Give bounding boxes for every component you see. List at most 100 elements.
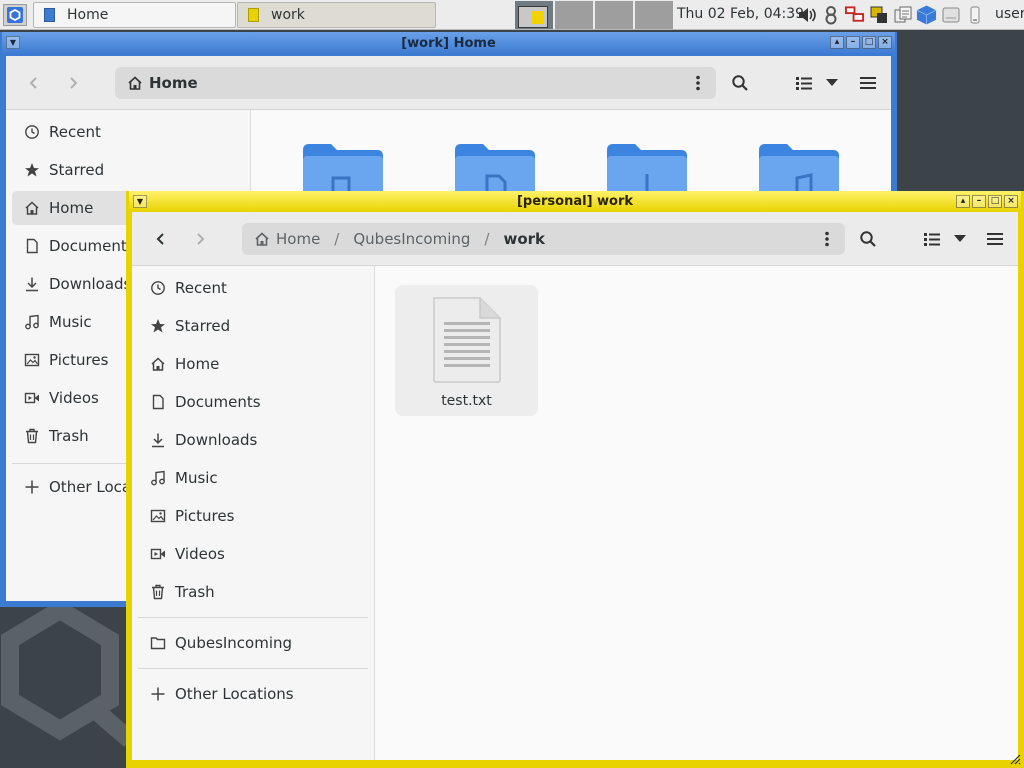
sidebar-item-recent[interactable]: Recent (138, 271, 368, 305)
window-titlebar[interactable]: ▼ [work] Home ▴ – □ × (2, 32, 895, 54)
maximize-button[interactable]: □ (862, 36, 876, 49)
chevron-left-icon (156, 233, 164, 245)
sidebar-item-documents[interactable]: Documents (138, 385, 368, 419)
shade-button[interactable]: ▴ (956, 195, 970, 208)
shade-button[interactable]: ▴ (830, 36, 844, 49)
file-manager-work: Home / QubesIncoming / work Recent Starr… (132, 212, 1018, 760)
sidebar-item-qubesincoming[interactable]: QubesIncoming (138, 626, 368, 660)
folder-icon (150, 635, 166, 651)
qube-manager-icon[interactable] (820, 4, 841, 26)
picture-icon (24, 352, 40, 368)
window-title: [work] Home (401, 35, 496, 51)
top-panel: Home work Thu 02 Feb, 04:39 user (0, 0, 1024, 30)
window-titlebar[interactable]: ▼ [personal] work ▴ – □ × (129, 191, 1021, 212)
file-view: test.txt (375, 266, 1018, 760)
path-menu-button[interactable] (690, 75, 706, 91)
qubes-desktop-logo (0, 600, 136, 747)
workspace-1[interactable] (515, 1, 553, 29)
star-icon (150, 318, 166, 334)
download-icon (24, 276, 40, 292)
sidebar-item-label: Starred (175, 317, 231, 335)
back-button[interactable] (22, 71, 46, 95)
minimize-button[interactable]: – (972, 195, 986, 208)
text-file-icon (433, 297, 501, 383)
workspace-4[interactable] (635, 1, 673, 29)
view-list-button[interactable] (919, 227, 945, 251)
main-menu-button[interactable] (982, 227, 1008, 251)
taskbar-work-label: work (271, 7, 305, 23)
workspace-pager (515, 1, 673, 29)
network-icon[interactable] (844, 4, 865, 26)
clock[interactable]: Thu 02 Feb, 04:39 (677, 6, 804, 22)
path-bar: Home / QubesIncoming / work (242, 223, 845, 255)
search-button[interactable] (855, 227, 881, 251)
list-view-icon (796, 77, 812, 90)
sidebar-item-label: Pictures (175, 507, 235, 525)
updates-icon[interactable] (964, 4, 985, 26)
plus-icon (24, 479, 40, 495)
path-menu-button[interactable] (819, 231, 835, 247)
sidebar-item-label: Videos (49, 389, 99, 407)
maximize-button[interactable]: □ (988, 195, 1002, 208)
window-menu-icon[interactable]: ▼ (133, 195, 147, 208)
forward-button[interactable] (188, 227, 212, 251)
view-options-button[interactable] (819, 71, 845, 95)
home-icon (255, 232, 269, 246)
breadcrumb-label: Home (149, 74, 198, 92)
sidebar-item-music[interactable]: Music (138, 461, 368, 495)
header-bar: Home (6, 56, 891, 110)
sidebar-item-label: Pictures (49, 351, 109, 369)
sidebar-separator (138, 668, 368, 669)
volume-icon[interactable] (796, 4, 817, 26)
sidebar-item-starred[interactable]: Starred (138, 309, 368, 343)
back-button[interactable] (149, 227, 173, 251)
window-menu-icon[interactable]: ▼ (6, 36, 20, 49)
music-icon (24, 314, 40, 330)
view-list-button[interactable] (791, 71, 817, 95)
file-item[interactable]: test.txt (395, 285, 538, 416)
breadcrumb-label: work (503, 230, 546, 248)
clipboard-icon[interactable] (892, 4, 913, 26)
qubes-domains-icon[interactable] (916, 4, 937, 26)
workspace-3[interactable] (595, 1, 633, 29)
sidebar-item-recent[interactable]: Recent (12, 115, 244, 149)
trash-icon (150, 584, 166, 600)
sidebar-item-label: Home (175, 355, 220, 373)
sidebar-item-starred[interactable]: Starred (12, 153, 244, 187)
sidebar-item-downloads[interactable]: Downloads (138, 423, 368, 457)
workspace-2[interactable] (555, 1, 593, 29)
main-menu-button[interactable] (855, 71, 881, 95)
close-button[interactable]: × (878, 36, 892, 49)
search-button[interactable] (727, 71, 753, 95)
star-icon (24, 162, 40, 178)
breadcrumb-label: Home (276, 230, 321, 248)
trash-icon (24, 428, 40, 444)
qubes-logo-icon (7, 7, 23, 23)
video-icon (24, 390, 40, 406)
forward-button[interactable] (61, 71, 85, 95)
sidebar-item-label: Music (49, 313, 92, 331)
sidebar-item-videos[interactable]: Videos (138, 537, 368, 571)
sidebar-item-pictures[interactable]: Pictures (138, 499, 368, 533)
view-options-button[interactable] (947, 227, 973, 251)
breadcrumb-qubesincoming[interactable]: QubesIncoming (353, 230, 470, 248)
disk-icon[interactable] (940, 4, 961, 26)
app-menu-button[interactable] (3, 4, 27, 26)
breadcrumb-home[interactable]: Home (127, 74, 198, 92)
taskbar-work[interactable]: work (237, 2, 436, 28)
breadcrumb-work[interactable]: work (503, 230, 545, 248)
chevron-right-icon (70, 77, 78, 89)
sidebar-item-home[interactable]: Home (138, 347, 368, 381)
devices-icon[interactable] (868, 4, 889, 26)
path-bar: Home (115, 67, 716, 99)
close-button[interactable]: × (1004, 195, 1018, 208)
user-menu[interactable]: user (995, 6, 1024, 22)
home-icon (128, 76, 142, 90)
sidebar-item-other-locations[interactable]: Other Locations (138, 677, 368, 711)
sidebar-item-trash[interactable]: Trash (138, 575, 368, 609)
resize-grip-icon[interactable] (1009, 753, 1021, 765)
minimize-button[interactable]: – (846, 36, 860, 49)
taskbar-home[interactable]: Home (33, 2, 236, 28)
breadcrumb-home[interactable]: Home (254, 230, 320, 248)
triangle-down-icon (954, 235, 966, 242)
